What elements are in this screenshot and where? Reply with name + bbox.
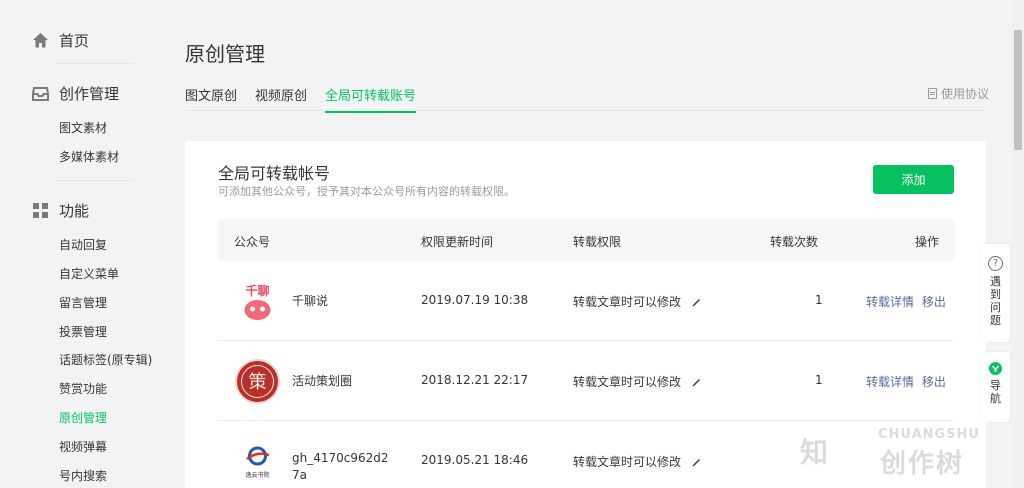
reprint-count: 1: [815, 293, 823, 307]
divider: [54, 63, 134, 64]
permission: 转载文章时可以修改: [573, 293, 702, 310]
nav-creation[interactable]: 创作管理: [32, 83, 119, 104]
scrollbar[interactable]: [1012, 0, 1024, 488]
remove-link[interactable]: 移出: [922, 375, 946, 389]
remove-link[interactable]: 移出: [922, 295, 946, 309]
inbox-icon: [32, 85, 49, 102]
nav-features-label: 功能: [59, 202, 90, 220]
scrollbar-thumb[interactable]: [1014, 30, 1022, 150]
avatar: 逸云书院: [235, 439, 280, 484]
guide-char: 导: [990, 379, 1001, 392]
watermark-left: 知: [800, 436, 829, 469]
column-header-account: 公众号: [234, 235, 271, 249]
tab-video-original[interactable]: 视频原创: [255, 85, 307, 112]
sidebar-item-search[interactable]: 号内搜索: [59, 467, 107, 484]
edit-icon[interactable]: [691, 456, 702, 467]
sidebar-item-reward[interactable]: 赞赏功能: [59, 380, 107, 397]
update-time: 2019.05.21 18:46: [421, 453, 529, 467]
add-button[interactable]: 添加: [873, 165, 954, 194]
sidebar: 首页 创作管理 图文素材 多媒体素材 功能 自动回复 自定义菜单 留言管理 投票…: [0, 0, 160, 488]
nav-home-label: 首页: [59, 32, 90, 50]
agreement-link[interactable]: 使用协议: [928, 85, 989, 102]
watermark-cn: 创作树: [880, 449, 965, 479]
nav-creation-label: 创作管理: [59, 85, 120, 103]
sidebar-item-original[interactable]: 原创管理: [59, 409, 107, 426]
sidebar-item-comments[interactable]: 留言管理: [59, 294, 107, 311]
grid-icon: [32, 202, 49, 219]
account-name: gh_4170c962d27a: [292, 451, 389, 482]
help-float[interactable]: ? 遇 到 问 题: [981, 244, 1010, 342]
sidebar-item-votes[interactable]: 投票管理: [59, 323, 107, 340]
permission-text: 转载文章时可以修改: [573, 295, 682, 309]
row-actions: 转载详情 移出: [866, 293, 950, 310]
column-header-count: 转载次数: [770, 235, 819, 249]
watermark-latin: CHUANGSHU: [878, 427, 980, 442]
edit-icon[interactable]: [691, 296, 702, 307]
table-row: 千聊 千聊说 2019.07.19 10:38 转载文章时可以修改 1 转载详情…: [218, 261, 954, 341]
sidebar-item-topic-tags[interactable]: 话题标签(原专辑): [59, 351, 152, 368]
permission-text: 转载文章时可以修改: [573, 375, 682, 389]
home-icon: [32, 32, 49, 49]
edit-icon[interactable]: [691, 376, 702, 387]
account-name: 活动策划圈: [292, 374, 353, 388]
guide-char: 航: [990, 392, 1001, 405]
nav-home[interactable]: 首页: [32, 30, 89, 51]
question-icon: ?: [988, 256, 1003, 271]
watermark: 知 CHUANGSHU 创作树: [800, 425, 1012, 485]
permission: 转载文章时可以修改: [573, 453, 702, 470]
card-description: 可添加其他公众号，授予其对本公众号所有内容的转载权限。: [218, 185, 515, 198]
column-header-actions: 操作: [915, 235, 940, 249]
help-char: 问: [990, 301, 1001, 314]
column-header-permission: 转载权限: [573, 235, 622, 249]
tab-graphic-original[interactable]: 图文原创: [185, 85, 237, 112]
tab-underline: [185, 110, 986, 111]
permission: 转载文章时可以修改: [573, 373, 702, 390]
row-actions: 转载详情 移出: [866, 373, 950, 390]
sidebar-item-graphic-material[interactable]: 图文素材: [59, 119, 107, 136]
help-char: 题: [990, 314, 1001, 327]
document-icon: [928, 88, 937, 99]
guide-float[interactable]: 导 航: [981, 352, 1010, 422]
guide-label: 导 航: [990, 379, 1001, 405]
update-time: 2018.12.21 22:17: [421, 373, 529, 387]
tab-bar: 图文原创 视频原创 全局可转载账号: [185, 85, 434, 113]
avatar: 千聊: [235, 279, 280, 324]
avatar-text: 千聊: [245, 283, 269, 298]
avatar-text: 策: [249, 372, 267, 393]
sidebar-item-media-material[interactable]: 多媒体素材: [59, 148, 119, 165]
help-char: 遇: [990, 275, 1001, 288]
agreement-label: 使用协议: [941, 87, 990, 101]
reprint-count: 1: [815, 373, 823, 387]
card-title: 全局可转载帐号: [218, 164, 331, 183]
table-row: 策 活动策划圈 2018.12.21 22:17 转载文章时可以修改 1 转载详…: [218, 341, 954, 421]
avatar: 策: [235, 359, 280, 404]
detail-link[interactable]: 转载详情: [866, 295, 914, 309]
sidebar-item-custom-menu[interactable]: 自定义菜单: [59, 265, 119, 282]
nav-features[interactable]: 功能: [32, 200, 89, 221]
update-time: 2019.07.19 10:38: [421, 293, 529, 307]
tab-global-reprint[interactable]: 全局可转载账号: [325, 85, 417, 113]
page-title: 原创管理: [185, 42, 265, 66]
account-name: 千聊说: [292, 294, 329, 308]
help-label: 遇 到 问 题: [990, 275, 1001, 327]
avatar-text: 逸云书院: [245, 471, 269, 479]
help-char: 到: [990, 288, 1001, 301]
navigation-icon: [989, 362, 1002, 375]
sidebar-item-video-danmaku[interactable]: 视频弹幕: [59, 438, 107, 455]
column-header-time: 权限更新时间: [421, 235, 494, 249]
permission-text: 转载文章时可以修改: [573, 455, 682, 469]
table-header: 公众号 权限更新时间 转载权限 转载次数 操作: [218, 219, 954, 261]
detail-link[interactable]: 转载详情: [866, 375, 914, 389]
divider: [54, 180, 134, 181]
sidebar-item-auto-reply[interactable]: 自动回复: [59, 236, 107, 253]
